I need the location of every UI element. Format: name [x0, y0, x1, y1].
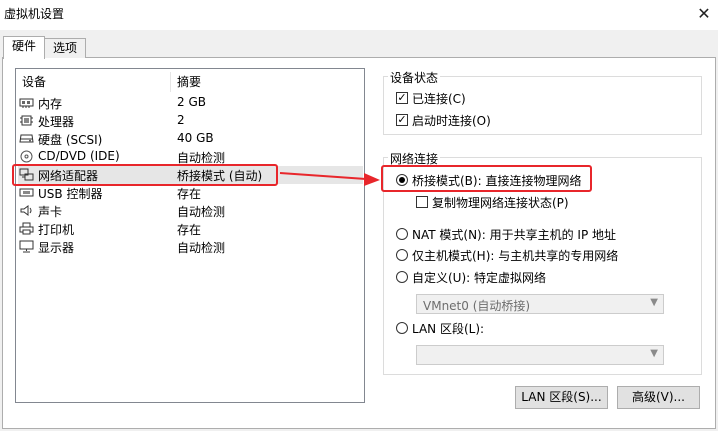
connect-at-power-on-label[interactable]: 启动时连接(O)	[412, 112, 491, 129]
summary-column-header[interactable]: 摘要	[177, 73, 201, 90]
device-name: 显示器	[38, 241, 75, 255]
device-name: 内存	[38, 97, 63, 111]
window-title: 虚拟机设置	[4, 7, 65, 21]
device-name: CD/DVD (IDE)	[38, 149, 120, 163]
device-name: USB 控制器	[38, 187, 103, 201]
connect-at-power-on-checkbox[interactable]: ✓	[396, 114, 408, 126]
device-summary: 2 GB	[177, 95, 206, 109]
device-name: 处理器	[38, 115, 75, 129]
hard-disk-icon	[19, 134, 34, 143]
sound-card-icon	[20, 205, 32, 216]
chevron-down-icon: ▼	[650, 348, 658, 359]
tab-hardware[interactable]: 硬件	[3, 36, 45, 59]
cd-dvd-icon	[20, 150, 33, 163]
device-summary: 2	[177, 113, 185, 127]
close-icon[interactable]: ✕	[692, 2, 716, 26]
nat-radio[interactable]	[396, 228, 408, 240]
device-row-display[interactable]: 显示器 自动检测	[18, 238, 363, 256]
lan-segments-button[interactable]: LAN 区段(S)...	[515, 386, 608, 409]
display-icon	[19, 240, 34, 253]
device-row-printer[interactable]: 打印机 存在	[18, 220, 363, 238]
custom-radio[interactable]	[396, 271, 408, 283]
nat-label[interactable]: NAT 模式(N): 用于共享主机的 IP 地址	[412, 226, 616, 243]
column-divider	[170, 72, 171, 92]
processor-icon	[20, 115, 33, 126]
host-only-radio[interactable]	[396, 249, 408, 261]
device-row-memory[interactable]: 内存 2 GB	[18, 94, 363, 112]
custom-label[interactable]: 自定义(U): 特定虚拟网络	[412, 269, 546, 286]
custom-network-select[interactable]: VMnet0 (自动桥接) ▼	[416, 294, 664, 314]
device-summary: 自动检测	[177, 241, 226, 255]
usb-icon	[19, 188, 34, 197]
device-row-sound-card[interactable]: 声卡 自动检测	[18, 202, 363, 220]
title-bar	[0, 0, 718, 30]
printer-icon	[19, 222, 34, 235]
device-name: 声卡	[38, 205, 63, 219]
lan-segment-select[interactable]: ▼	[416, 345, 664, 365]
device-row-processor[interactable]: 处理器 2	[18, 112, 363, 130]
device-column-header[interactable]: 设备	[22, 73, 46, 90]
annotation-arrow-icon	[279, 172, 380, 186]
device-summary: 存在	[177, 223, 202, 237]
device-row-hard-disk[interactable]: 硬盘 (SCSI) 40 GB	[18, 130, 363, 148]
network-adapter-highlight	[12, 164, 278, 186]
memory-icon	[19, 98, 34, 108]
device-name: 硬盘 (SCSI)	[38, 133, 103, 147]
device-name: 打印机	[38, 223, 75, 237]
device-summary: 存在	[177, 187, 202, 201]
host-only-label[interactable]: 仅主机模式(H): 与主机共享的专用网络	[412, 247, 618, 264]
tab-options[interactable]: 选项	[44, 38, 86, 58]
replicate-state-checkbox[interactable]	[416, 196, 428, 208]
connected-checkbox[interactable]: ✓	[396, 92, 408, 104]
device-summary: 自动检测	[177, 205, 226, 219]
advanced-button[interactable]: 高级(V)...	[617, 386, 700, 409]
replicate-state-label[interactable]: 复制物理网络连接状态(P)	[432, 194, 569, 211]
lan-segment-label[interactable]: LAN 区段(L):	[412, 320, 484, 337]
bridged-mode-highlight	[381, 165, 592, 192]
chevron-down-icon: ▼	[650, 297, 658, 308]
lan-segment-radio[interactable]	[396, 322, 408, 334]
connected-label[interactable]: 已连接(C)	[412, 90, 466, 107]
device-status-label: 设备状态	[388, 69, 441, 86]
device-summary: 40 GB	[177, 131, 214, 145]
custom-network-value: VMnet0 (自动桥接)	[423, 299, 531, 313]
